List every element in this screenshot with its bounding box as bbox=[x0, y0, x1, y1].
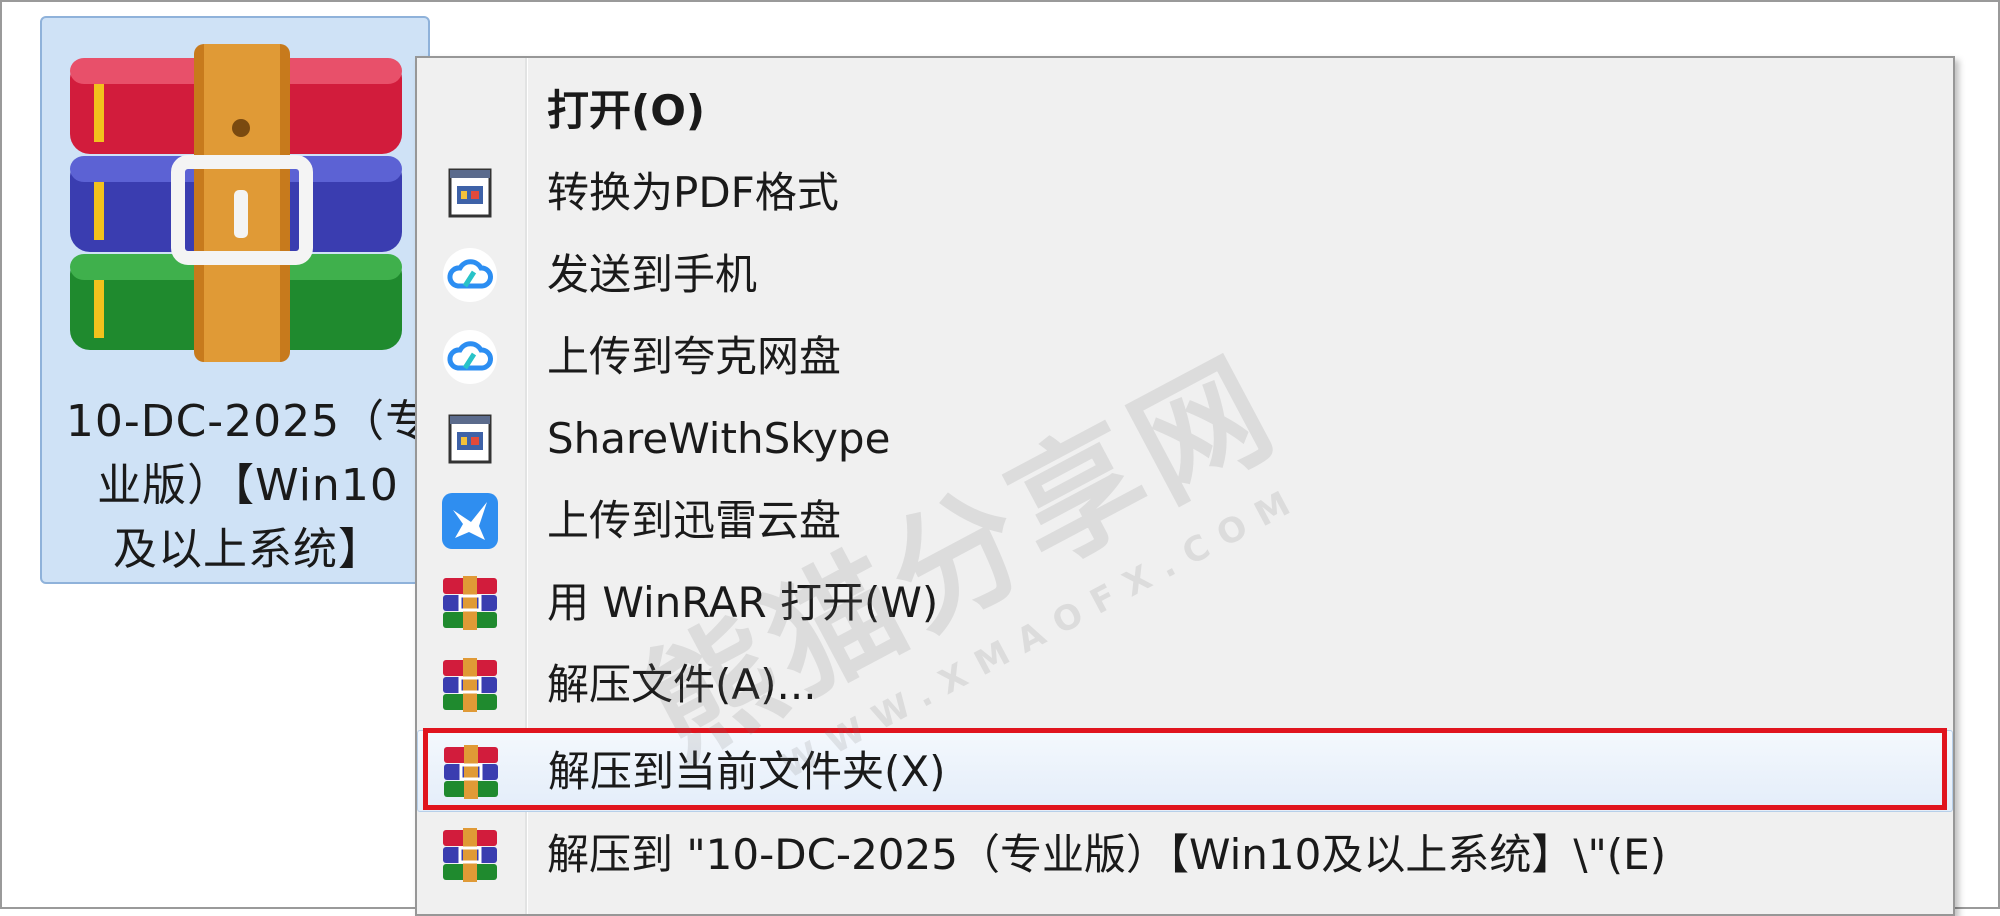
menu-item-extract-to-folder[interactable]: 解压到 "10-DC-2025（专业版）【Win10及以上系统】\"(E) bbox=[417, 814, 1953, 896]
file-name-line-3: 及以上系统】 bbox=[113, 524, 383, 575]
rar-file-item[interactable]: 10-DC-2025（专 业版）【Win10 及以上系统】 bbox=[40, 16, 430, 584]
menu-item-upload-quark[interactable]: 上传到夸克网盘 bbox=[417, 316, 1953, 398]
file-name-label: 10-DC-2025（专 业版）【Win10 及以上系统】 bbox=[48, 390, 448, 582]
skype-share-icon bbox=[448, 414, 492, 464]
winrar-icon bbox=[443, 576, 497, 630]
annotation-highlight-box bbox=[423, 728, 1947, 810]
winrar-icon bbox=[443, 658, 497, 712]
pdf-convert-icon bbox=[448, 168, 492, 218]
menu-item-label: 上传到迅雷云盘 bbox=[547, 496, 842, 545]
file-name-line-1: 10-DC-2025（专 bbox=[65, 396, 431, 447]
menu-item-send-to-phone[interactable]: 发送到手机 bbox=[417, 234, 1953, 316]
menu-item-label: 打开(O) bbox=[547, 86, 706, 135]
menu-item-label: 转换为PDF格式 bbox=[547, 168, 839, 217]
menu-item-label: 上传到夸克网盘 bbox=[547, 332, 842, 381]
winrar-archive-icon bbox=[70, 44, 402, 362]
menu-item-label: 用 WinRAR 打开(W) bbox=[547, 578, 939, 627]
thunder-bird-icon bbox=[442, 493, 498, 549]
menu-item-open-winrar[interactable]: 用 WinRAR 打开(W) bbox=[417, 562, 1953, 644]
menu-item-upload-thunder[interactable]: 上传到迅雷云盘 bbox=[417, 480, 1953, 562]
menu-item-share-skype[interactable]: ShareWithSkype bbox=[417, 398, 1953, 480]
menu-item-label: 解压文件(A)... bbox=[547, 660, 817, 709]
file-name-line-2: 业版）【Win10 bbox=[97, 460, 399, 511]
cloud-icon bbox=[443, 330, 497, 384]
menu-item-label: 发送到手机 bbox=[547, 250, 758, 299]
winrar-icon bbox=[443, 828, 497, 882]
menu-item-extract-files[interactable]: 解压文件(A)... bbox=[417, 644, 1953, 726]
menu-item-convert-pdf[interactable]: 转换为PDF格式 bbox=[417, 152, 1953, 234]
menu-item-open[interactable]: 打开(O) bbox=[417, 70, 1953, 152]
menu-item-label: 解压到 "10-DC-2025（专业版）【Win10及以上系统】\"(E) bbox=[547, 830, 1667, 879]
menu-item-label: ShareWithSkype bbox=[547, 414, 891, 463]
cloud-icon bbox=[443, 248, 497, 302]
